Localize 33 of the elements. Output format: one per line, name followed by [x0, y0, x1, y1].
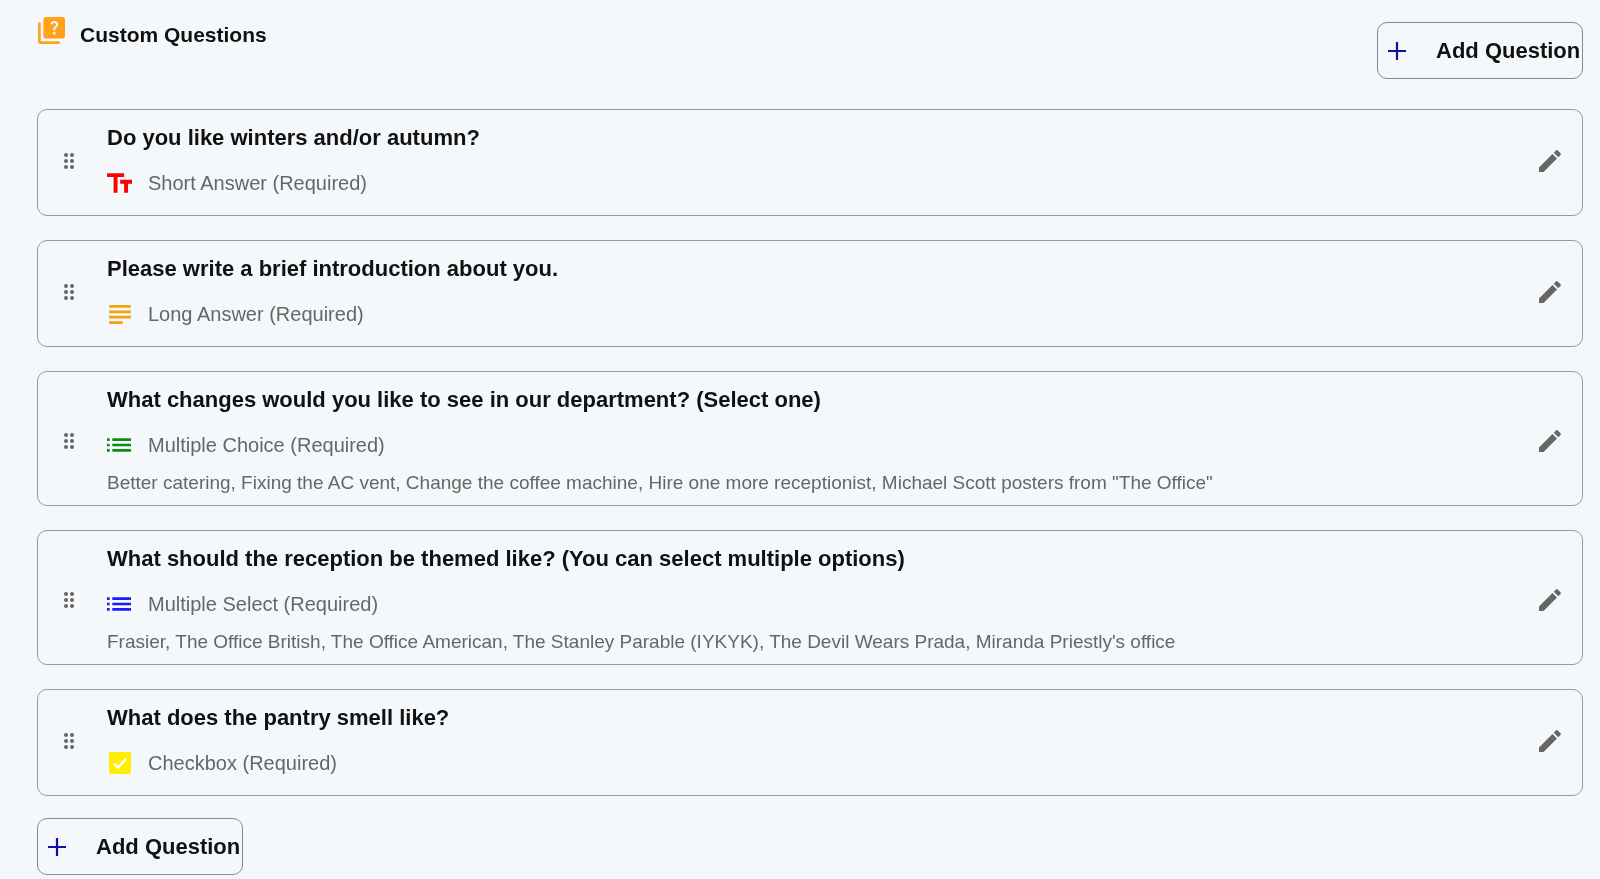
question-mark-icon	[38, 17, 65, 44]
question-title: What should the reception be themed like? (You can select multiple options)	[107, 545, 906, 573]
plus-icon	[1387, 40, 1407, 61]
options-text: Frasier, The Office British, The Office American, The Stanley Parable (IYKYK), The Devil Wears Prada, Miranda Priestly's office	[107, 630, 1177, 654]
section-title: Custom Questions	[80, 22, 267, 48]
question-title: Please write a brief introduction about you.	[107, 255, 560, 283]
drag-handle-icon[interactable]	[64, 591, 74, 608]
checkbox-icon	[109, 752, 131, 774]
question-title: What does the pantry smell like?	[107, 704, 451, 732]
drag-handle-icon[interactable]	[64, 283, 74, 300]
list-icon	[107, 438, 131, 452]
pencil-icon[interactable]	[1539, 729, 1561, 752]
lines-icon	[109, 304, 131, 324]
pencil-icon[interactable]	[1539, 429, 1561, 452]
question-type-label: Multiple Select (Required)	[148, 592, 379, 617]
question-title: Do you like winters and/or autumn?	[107, 124, 481, 152]
add-question-button[interactable]: Add Question	[1377, 22, 1583, 79]
add-question-button[interactable]: Add Question	[37, 818, 243, 875]
drag-handle-icon[interactable]	[64, 732, 74, 749]
question-type-label: Checkbox (Required)	[148, 751, 337, 776]
drag-handle-icon[interactable]	[64, 432, 74, 449]
pencil-icon[interactable]	[1539, 588, 1561, 611]
options-text: Better catering, Fixing the AC vent, Change the coffee machine, Hire one more receptionist, Michael Scott posters from "The Office"	[107, 471, 1214, 495]
question-type-label: Long Answer (Required)	[148, 302, 364, 327]
question-type-label: Short Answer (Required)	[148, 171, 367, 196]
question-type-label: Multiple Choice (Required)	[148, 433, 385, 458]
question-title: What changes would you like to see in our department? (Select one)	[107, 386, 822, 414]
plus-icon	[47, 836, 67, 857]
list-icon	[107, 597, 131, 611]
pencil-icon[interactable]	[1539, 280, 1561, 303]
text-fields-icon	[107, 173, 132, 193]
drag-handle-icon[interactable]	[64, 152, 74, 169]
pencil-icon[interactable]	[1539, 149, 1561, 172]
